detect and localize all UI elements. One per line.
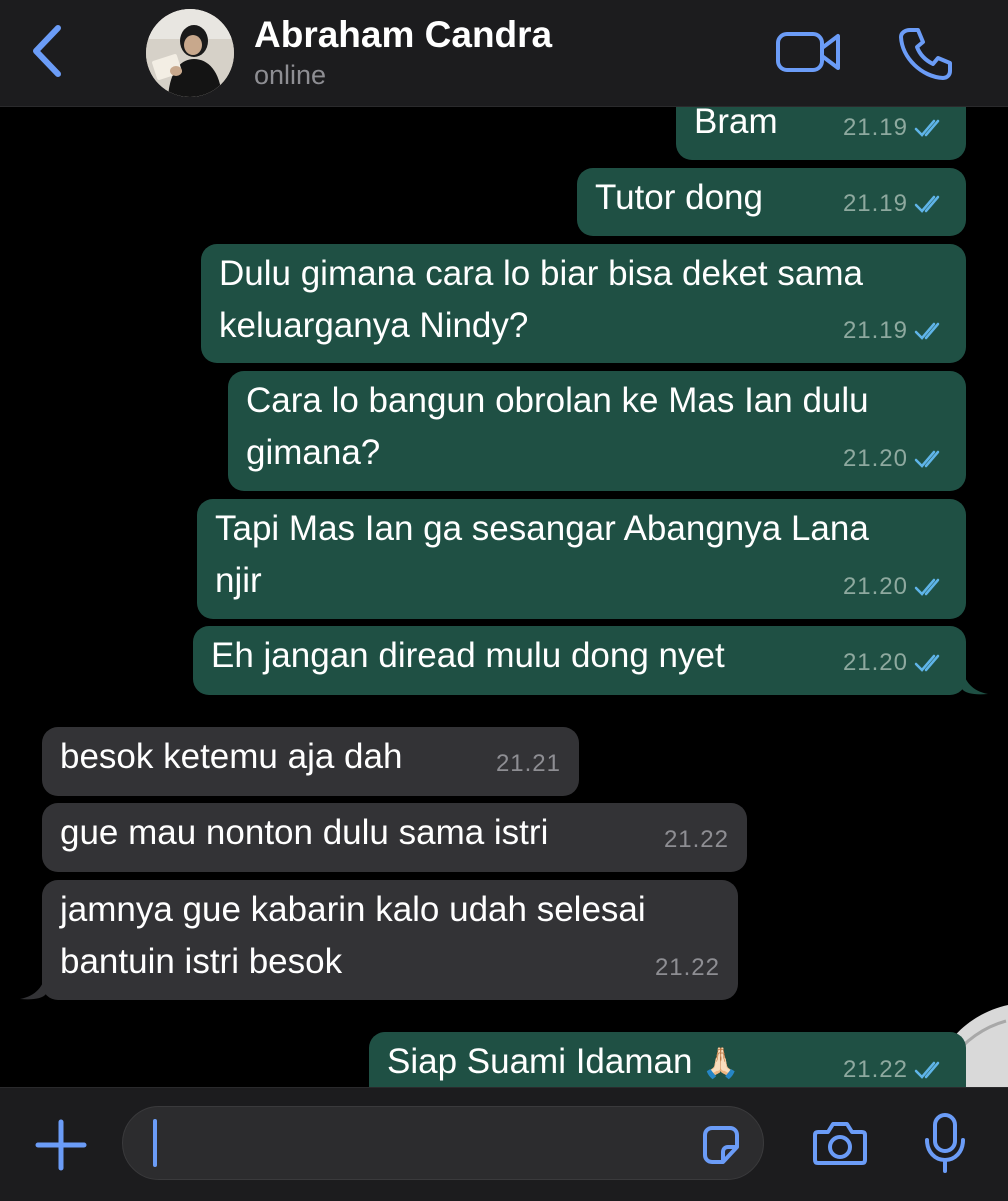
message-time: 21.20 xyxy=(842,649,908,676)
read-ticks-icon xyxy=(914,654,940,672)
message-text-line2: bantuin istri besok xyxy=(60,942,343,981)
message-time: 21.21 xyxy=(495,750,561,777)
message-bubble-outgoing[interactable]: Cara lo bangun obrolan ke Mas Ian dulu g… xyxy=(228,371,966,491)
chevron-left-icon xyxy=(33,25,61,77)
contact-status: online xyxy=(254,60,327,90)
camera-icon xyxy=(813,1122,867,1165)
message-bubble-outgoing[interactable]: Tutor dong 21.19 xyxy=(577,168,966,236)
message-text-line1: Cara lo bangun obrolan ke Mas Ian dulu xyxy=(246,381,869,420)
voice-message-button[interactable] xyxy=(924,1112,966,1174)
message-text: Eh jangan diread mulu dong nyet xyxy=(211,636,725,675)
message-text: besok ketemu aja dah xyxy=(60,737,403,776)
message-text-line2: keluarganya Nindy? xyxy=(219,306,529,345)
message-bubble-outgoing[interactable]: Eh jangan diread mulu dong nyet 21.20 xyxy=(193,626,988,695)
message-text: Siap Suami Idaman xyxy=(387,1042,693,1081)
message-text: Bram xyxy=(694,106,778,141)
message-list[interactable]: Bram 21.19 Tutor dong 21.19 Dulu gimana … xyxy=(0,106,1008,1087)
message-time: 21.22 xyxy=(654,954,720,981)
video-call-button[interactable] xyxy=(772,24,844,80)
read-ticks-icon xyxy=(914,1061,940,1079)
message-input[interactable] xyxy=(122,1106,764,1180)
phone-icon xyxy=(899,28,952,80)
message-bubble-outgoing[interactable]: Dulu gimana cara lo biar bisa deket sama… xyxy=(201,244,966,363)
message-time: 21.20 xyxy=(842,445,908,472)
folded-hands-emoji: 🙏🏻 xyxy=(702,1047,740,1080)
sticker-button[interactable] xyxy=(697,1121,745,1169)
bubble-tail xyxy=(962,667,988,695)
plus-icon xyxy=(35,1119,87,1171)
message-text-line2: gimana? xyxy=(246,433,381,472)
message-input-bar xyxy=(0,1087,1008,1201)
message-text-line2: njir xyxy=(215,561,262,600)
message-bubble-incoming[interactable]: besok ketemu aja dah 21.21 xyxy=(42,727,579,796)
contact-name[interactable]: Abraham Candra xyxy=(254,14,552,56)
message-time: 21.20 xyxy=(842,573,908,600)
message-time: 21.19 xyxy=(842,114,908,141)
message-bubble-outgoing[interactable]: Bram 21.19 xyxy=(676,106,966,160)
avatar[interactable] xyxy=(146,9,234,97)
message-time: 21.22 xyxy=(663,826,729,853)
message-text-line1: jamnya gue kabarin kalo udah selesai xyxy=(60,890,646,929)
message-bubble-outgoing[interactable]: Tapi Mas Ian ga sesangar Abangnya Lana n… xyxy=(197,499,966,619)
message-time: 21.19 xyxy=(842,190,908,217)
message-text: gue mau nonton dulu sama istri xyxy=(60,813,549,852)
voice-call-button[interactable] xyxy=(896,24,954,82)
attach-button[interactable] xyxy=(34,1118,88,1172)
video-camera-icon xyxy=(776,32,840,72)
read-ticks-icon xyxy=(914,450,940,468)
microphone-icon xyxy=(925,1113,965,1173)
message-text-row: Siap Suami Idaman 🙏🏻 xyxy=(387,1036,740,1087)
read-ticks-icon xyxy=(914,119,940,137)
message-text: Tutor dong xyxy=(595,178,763,217)
message-text-line1: Dulu gimana cara lo biar bisa deket sama xyxy=(219,254,863,293)
bubble-tail xyxy=(20,972,46,1000)
message-bubble-incoming[interactable]: gue mau nonton dulu sama istri 21.22 xyxy=(42,803,747,872)
sticker-icon xyxy=(703,1126,739,1164)
read-ticks-icon xyxy=(914,578,940,596)
read-ticks-icon xyxy=(914,195,940,213)
message-bubble-incoming[interactable]: jamnya gue kabarin kalo udah selesai ban… xyxy=(20,880,738,1000)
message-text-line1: Tapi Mas Ian ga sesangar Abangnya Lana xyxy=(215,509,869,548)
message-time: 21.19 xyxy=(842,317,908,344)
back-button[interactable] xyxy=(22,18,74,84)
message-bubble-outgoing[interactable]: Siap Suami Idaman 🙏🏻 21.22 xyxy=(369,1032,966,1087)
read-ticks-icon xyxy=(914,322,940,340)
text-caret xyxy=(153,1119,157,1167)
camera-button[interactable] xyxy=(812,1118,868,1168)
chat-header: Abraham Candra online xyxy=(0,0,1008,107)
message-time: 21.22 xyxy=(842,1056,908,1083)
